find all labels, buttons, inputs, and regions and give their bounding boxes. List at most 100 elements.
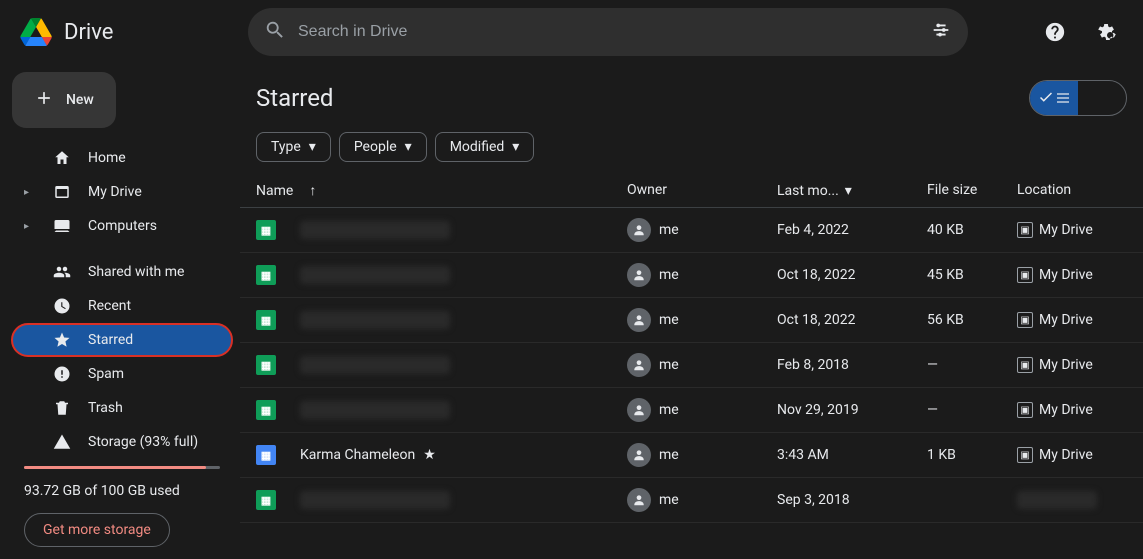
- table-row[interactable]: ▦meFeb 8, 2018—▣My Drive: [240, 343, 1143, 388]
- location-text: My Drive: [1039, 222, 1093, 238]
- location-cell[interactable]: [1017, 491, 1127, 509]
- filter-label: Type: [271, 139, 301, 155]
- header-actions: [1035, 12, 1127, 52]
- view-toggle: [1029, 80, 1127, 116]
- owner-cell: me: [627, 488, 777, 512]
- chevron-down-icon: ▾: [309, 139, 316, 155]
- sidebar-item-mydrive[interactable]: ▸ My Drive: [12, 176, 232, 208]
- drive-logo-icon: [16, 12, 56, 52]
- filter-people[interactable]: People▾: [339, 132, 427, 162]
- home-icon: [52, 148, 72, 168]
- filter-bar: Type ▾ People▾ Modified▾: [240, 124, 1143, 174]
- table-row[interactable]: ▦meOct 18, 202256 KB▣My Drive: [240, 298, 1143, 343]
- sidebar-item-recent[interactable]: Recent: [12, 290, 232, 322]
- owner-text: me: [659, 402, 679, 418]
- redacted-filename: [300, 491, 450, 509]
- column-modified[interactable]: Last mo...▾: [777, 182, 927, 199]
- owner-text: me: [659, 267, 679, 283]
- owner-text: me: [659, 357, 679, 373]
- modified-cell: Oct 18, 2022: [777, 267, 927, 283]
- table-row[interactable]: ▦Karma Chameleon ★me3:43 AM1 KB▣My Drive: [240, 433, 1143, 478]
- drive-location-icon: ▣: [1017, 402, 1033, 418]
- location-text: My Drive: [1039, 267, 1093, 283]
- drive-icon: [52, 182, 72, 202]
- location-text: My Drive: [1039, 402, 1093, 418]
- help-icon[interactable]: [1035, 12, 1075, 52]
- size-cell: 1 KB: [927, 447, 1017, 463]
- people-icon: [52, 262, 72, 282]
- size-cell: 40 KB: [927, 222, 1017, 238]
- search-input[interactable]: [298, 23, 918, 41]
- spam-icon: [52, 364, 72, 384]
- sidebar-item-label: Storage (93% full): [88, 434, 198, 450]
- chevron-right-icon[interactable]: ▸: [24, 221, 36, 232]
- search-bar[interactable]: [248, 8, 968, 56]
- grid-view-button[interactable]: [1078, 81, 1126, 115]
- sort-arrow-up-icon: ↑: [309, 182, 316, 199]
- size-cell: —: [927, 357, 1017, 373]
- sidebar-item-shared[interactable]: Shared with me: [12, 256, 232, 288]
- trash-icon: [52, 398, 72, 418]
- column-owner[interactable]: Owner: [627, 182, 777, 199]
- sidebar-item-label: Spam: [88, 366, 124, 382]
- location-text: My Drive: [1039, 312, 1093, 328]
- redacted-filename: [300, 311, 450, 329]
- drive-location-icon: ▣: [1017, 357, 1033, 373]
- computer-icon: [52, 216, 72, 236]
- modified-cell: Feb 8, 2018: [777, 357, 927, 373]
- sidebar-item-starred[interactable]: Starred: [12, 324, 232, 356]
- sort-arrow-down-icon: ▾: [845, 183, 852, 199]
- sidebar-item-label: Home: [88, 150, 126, 166]
- sheets-file-icon: ▦: [256, 265, 276, 285]
- sheets-file-icon: ▦: [256, 400, 276, 420]
- sidebar-item-home[interactable]: Home: [12, 142, 232, 174]
- modified-cell: Oct 18, 2022: [777, 312, 927, 328]
- filter-modified[interactable]: Modified▾: [435, 132, 535, 162]
- sidebar-item-spam[interactable]: Spam: [12, 358, 232, 390]
- new-button[interactable]: New: [12, 72, 116, 128]
- location-cell[interactable]: ▣My Drive: [1017, 357, 1127, 373]
- owner-cell: me: [627, 398, 777, 422]
- table-row[interactable]: ▦meFeb 4, 202240 KB▣My Drive: [240, 208, 1143, 253]
- main-content: Starred Type▾ People▾ Modified▾ Name↑ Ow…: [240, 64, 1143, 559]
- file-list: ▦meFeb 4, 202240 KB▣My Drive▦meOct 18, 2…: [240, 208, 1143, 523]
- drive-location-icon: ▣: [1017, 267, 1033, 283]
- owner-cell: me: [627, 263, 777, 287]
- avatar-icon: [627, 263, 651, 287]
- sidebar-item-trash[interactable]: Trash: [12, 392, 232, 424]
- get-storage-button[interactable]: Get more storage: [24, 513, 170, 547]
- settings-icon[interactable]: [1087, 12, 1127, 52]
- search-icon: [264, 19, 286, 45]
- location-cell[interactable]: ▣ My Drive: [1017, 267, 1127, 283]
- modified-cell: 3:43 AM: [777, 447, 927, 463]
- drive-location-icon: ▣: [1017, 447, 1033, 463]
- column-location[interactable]: Location: [1017, 182, 1127, 199]
- chevron-down-icon: ▾: [512, 139, 519, 155]
- star-icon: [52, 330, 72, 350]
- avatar-icon: [627, 488, 651, 512]
- sidebar-item-label: My Drive: [88, 184, 142, 200]
- sidebar-item-storage[interactable]: Storage (93% full): [12, 426, 232, 458]
- location-cell[interactable]: ▣ My Drive: [1017, 402, 1127, 418]
- table-row[interactable]: ▦meSep 3, 2018: [240, 478, 1143, 523]
- column-name[interactable]: Name↑: [256, 182, 627, 199]
- owner-cell: me: [627, 353, 777, 377]
- sidebar-item-computers[interactable]: ▸ Computers: [12, 210, 232, 242]
- list-view-button[interactable]: [1030, 81, 1078, 115]
- column-size[interactable]: File size: [927, 182, 1017, 199]
- location-cell[interactable]: ▣My Drive: [1017, 447, 1127, 463]
- size-cell: —: [927, 402, 1017, 418]
- file-name-text: Karma Chameleon: [300, 447, 415, 463]
- location-cell[interactable]: ▣My Drive: [1017, 222, 1127, 238]
- location-cell[interactable]: ▣ My Drive: [1017, 312, 1127, 328]
- drive-location-icon: ▣: [1017, 312, 1033, 328]
- owner-cell: me: [627, 218, 777, 242]
- owner-cell: me: [627, 308, 777, 332]
- search-options-icon[interactable]: [930, 19, 952, 45]
- chevron-right-icon[interactable]: ▸: [24, 187, 36, 198]
- table-row[interactable]: ▦meNov 29, 2019—▣My Drive: [240, 388, 1143, 433]
- logo-area[interactable]: Drive: [16, 12, 232, 52]
- sidebar-item-label: Starred: [88, 332, 133, 348]
- table-row[interactable]: ▦meOct 18, 202245 KB▣My Drive: [240, 253, 1143, 298]
- filter-type[interactable]: Type ▾: [256, 132, 331, 162]
